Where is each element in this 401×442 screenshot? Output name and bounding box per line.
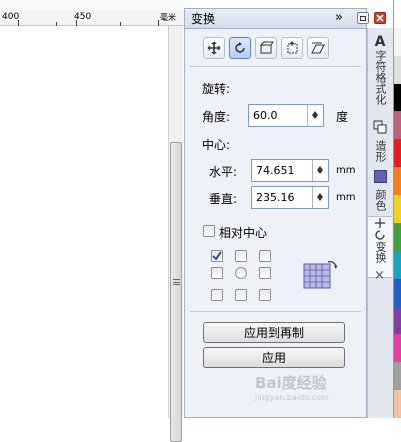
minimize-icon	[360, 15, 366, 21]
close-button[interactable]	[374, 12, 386, 24]
tab-color[interactable]: 颜色	[368, 170, 392, 211]
color-swatch-icon	[373, 170, 387, 183]
relative-center-label: 相对中心	[219, 226, 268, 240]
tab-transform-label: 变换	[374, 241, 387, 263]
rotate-tool-button[interactable]	[229, 37, 251, 59]
spin-up-icon[interactable]	[313, 160, 327, 170]
angle-spinner[interactable]	[307, 105, 322, 126]
drawing-canvas[interactable]	[0, 0, 168, 418]
transform-icon	[375, 218, 385, 240]
apply-button[interactable]: 应用	[203, 347, 345, 368]
checkmark-icon	[212, 251, 222, 261]
rotate-icon	[235, 42, 245, 53]
rotate-section-label: 旋转:	[202, 82, 231, 96]
angle-field[interactable]: 60.0	[248, 104, 324, 127]
anchor-top-left[interactable]	[211, 250, 223, 262]
watermark-text: Bai度经验	[255, 374, 327, 392]
tab-character-formatting[interactable]: A 字符格式化	[368, 34, 392, 105]
angle-unit: 度	[336, 110, 349, 124]
tab-shaping[interactable]: 造形	[368, 120, 392, 162]
close-tab-icon[interactable]: ×	[374, 268, 385, 283]
horizontal-unit: mm	[336, 165, 356, 176]
vertical-value: 235.16	[256, 191, 295, 204]
palette-swatch[interactable]	[394, 222, 401, 251]
minimize-button[interactable]	[357, 12, 369, 24]
size-icon	[287, 41, 298, 54]
palette-swatch[interactable]	[394, 111, 401, 140]
anchor-bottom-right[interactable]	[259, 289, 271, 301]
tab-color-label: 颜色	[374, 189, 387, 211]
palette-swatch[interactable]	[394, 83, 401, 112]
vertical-scrollbar[interactable]	[168, 26, 183, 442]
palette-swatch[interactable]	[394, 0, 401, 28]
anchor-top-right[interactable]	[259, 250, 271, 262]
horizontal-spinner[interactable]	[312, 160, 327, 181]
spin-down-icon[interactable]	[313, 170, 327, 180]
spin-up-icon[interactable]	[313, 187, 327, 197]
palette-swatch[interactable]	[394, 278, 401, 307]
scale-tool-button[interactable]	[255, 37, 277, 59]
position-tool-button[interactable]	[203, 37, 225, 59]
divider	[190, 66, 361, 67]
palette-swatch[interactable]	[394, 139, 401, 168]
skew-tool-button[interactable]	[307, 37, 329, 59]
spin-up-icon[interactable]	[308, 105, 322, 115]
anchor-center-radio[interactable]	[235, 267, 247, 279]
anchor-middle-left[interactable]	[211, 267, 223, 279]
apply-to-duplicate-button[interactable]: 应用到再制	[203, 322, 345, 343]
palette-swatch[interactable]	[394, 55, 401, 84]
close-icon	[376, 14, 384, 22]
palette-swatch[interactable]	[394, 250, 401, 279]
scrollbar-thumb[interactable]	[170, 142, 182, 442]
vertical-label: 垂直:	[209, 192, 238, 206]
watermark-sub: jingyan.baidu.com	[255, 393, 329, 402]
text-format-icon: A	[374, 34, 386, 50]
horizontal-ruler: 400 450 毫米	[0, 0, 184, 26]
expand-icon[interactable]: »	[335, 10, 343, 25]
docker-title: 变换	[191, 12, 216, 26]
palette-swatch[interactable]	[394, 195, 401, 223]
transform-preview-icon	[302, 258, 338, 290]
watermark: Bai度经验 jingyan.baidu.com	[255, 372, 375, 412]
divider	[190, 311, 361, 312]
anchor-bottom-left[interactable]	[211, 289, 223, 301]
spin-down-icon[interactable]	[313, 197, 327, 207]
horizontal-label: 水平:	[209, 165, 238, 179]
vertical-field[interactable]: 235.16	[251, 186, 329, 209]
angle-value: 60.0	[253, 109, 278, 122]
palette-swatch[interactable]	[394, 306, 401, 335]
palette-swatch[interactable]	[394, 334, 401, 363]
angle-label: 角度:	[202, 110, 231, 124]
anchor-top-center[interactable]	[235, 250, 247, 262]
palette-swatch[interactable]	[394, 390, 401, 418]
shaping-icon	[373, 120, 387, 134]
palette-swatch[interactable]	[394, 167, 401, 196]
ruler-mark-400: 400	[2, 12, 20, 22]
vertical-unit: mm	[336, 192, 356, 203]
skew-icon	[311, 42, 325, 54]
horizontal-field[interactable]: 74.651	[251, 159, 329, 182]
ruler-unit: 毫米	[160, 13, 176, 22]
move-icon	[207, 41, 221, 55]
horizontal-value: 74.651	[256, 164, 295, 177]
center-section-label: 中心:	[202, 138, 231, 152]
scale-icon	[260, 41, 274, 54]
anchor-bottom-center[interactable]	[235, 289, 247, 301]
tab-character-formatting-label: 字符格式化	[374, 50, 387, 105]
vertical-spinner[interactable]	[312, 187, 327, 208]
anchor-middle-right[interactable]	[259, 267, 271, 279]
spin-down-icon[interactable]	[308, 115, 322, 125]
palette-swatch[interactable]	[394, 27, 401, 56]
size-tool-button[interactable]	[281, 37, 303, 59]
tab-shaping-label: 造形	[374, 140, 387, 162]
color-palette	[393, 0, 401, 418]
palette-swatch[interactable]	[394, 362, 401, 391]
relative-center-checkbox[interactable]	[203, 225, 215, 237]
